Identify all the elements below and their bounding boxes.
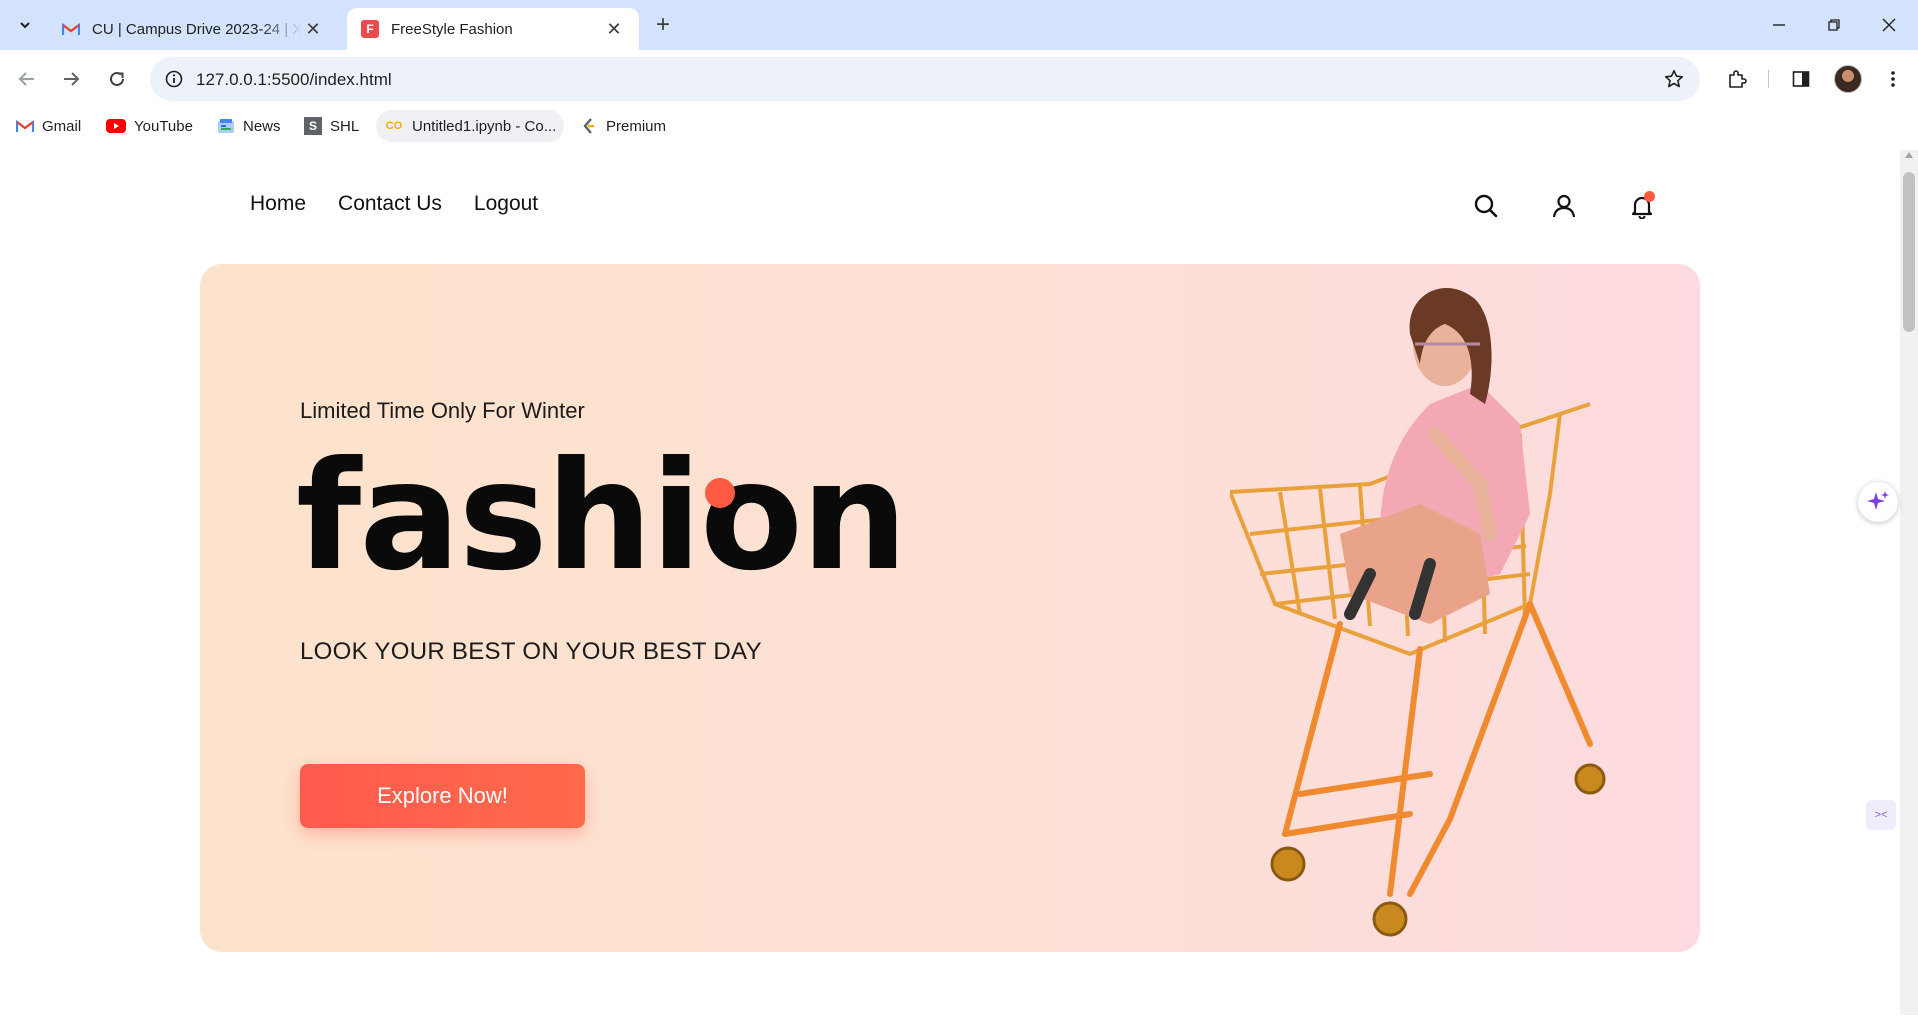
hero-tagline: LOOK YOUR BEST ON YOUR BEST DAY xyxy=(300,638,762,665)
bookmark-colab[interactable]: CO Untitled1.ipynb - Co... xyxy=(376,110,565,142)
hero-title: fashion xyxy=(296,430,908,604)
restore-icon xyxy=(1828,19,1840,31)
more-vertical-icon xyxy=(1891,71,1895,87)
side-panel-button[interactable] xyxy=(1786,64,1816,94)
news-icon xyxy=(217,117,235,135)
user-icon[interactable] xyxy=(1548,190,1580,222)
notification-dot xyxy=(1644,191,1655,202)
back-button[interactable] xyxy=(12,64,42,94)
gmail-icon xyxy=(62,20,80,38)
bookmark-label: Untitled1.ipynb - Co... xyxy=(412,117,557,135)
scroll-thumb[interactable] xyxy=(1903,172,1915,332)
bookmark-news[interactable]: News xyxy=(209,110,289,142)
bookmark-label: News xyxy=(243,117,281,135)
reload-button[interactable] xyxy=(102,64,132,94)
close-tab-icon[interactable]: ✕ xyxy=(302,18,324,40)
toolbar-divider xyxy=(1768,70,1769,88)
close-tab-icon[interactable]: ✕ xyxy=(603,18,625,40)
arrow-left-icon xyxy=(18,72,34,86)
youtube-icon xyxy=(106,117,126,135)
bookmark-star-icon[interactable] xyxy=(1662,67,1686,91)
bookmarks-bar: Gmail YouTube News S SHL CO Untitled1.ip… xyxy=(0,108,1918,144)
site-info-icon[interactable] xyxy=(162,67,186,91)
restore-button[interactable] xyxy=(1811,10,1857,40)
bookmark-premium[interactable]: Premium xyxy=(572,110,674,142)
tab-title: FreeStyle Fashion xyxy=(391,20,513,38)
bookmark-shl[interactable]: S SHL xyxy=(296,110,367,142)
bookmark-label: Gmail xyxy=(42,117,82,135)
bookmark-youtube[interactable]: YouTube xyxy=(98,110,201,142)
side-panel-icon xyxy=(1792,71,1810,87)
minimize-button[interactable] xyxy=(1756,10,1802,40)
gmail-icon xyxy=(16,117,34,135)
sparkle-icon xyxy=(1867,491,1889,510)
browser-menu-button[interactable] xyxy=(1878,64,1908,94)
page-viewport: Home Contact Us Logout Limited Time Only… xyxy=(0,144,1918,1021)
freestyle-f-icon: F xyxy=(361,20,379,38)
scroll-up-arrow-icon[interactable] xyxy=(1905,152,1913,158)
colab-icon: CO xyxy=(385,120,403,132)
woman-in-shopping-cart-image xyxy=(1230,287,1606,937)
minimize-icon xyxy=(1773,24,1785,26)
url-text: 127.0.0.1:5500/index.html xyxy=(196,70,392,89)
tab-freestyle-fashion[interactable]: F FreeStyle Fashion ✕ xyxy=(347,8,639,50)
bookmark-label: Premium xyxy=(606,117,667,135)
search-icon[interactable] xyxy=(1470,190,1502,222)
close-window-button[interactable] xyxy=(1866,10,1912,40)
bell-icon[interactable] xyxy=(1626,190,1658,222)
address-bar[interactable]: 127.0.0.1:5500/index.html xyxy=(150,57,1700,101)
bookmark-label: SHL xyxy=(330,117,360,135)
extensions-button[interactable] xyxy=(1722,64,1752,94)
page-scrollbar[interactable] xyxy=(1900,150,1918,1015)
side-tool-button[interactable]: >< xyxy=(1866,800,1896,830)
code-arrows-icon: >< xyxy=(1874,809,1888,821)
reload-icon xyxy=(110,71,124,86)
browser-toolbar: 127.0.0.1:5500/index.html xyxy=(0,50,1918,108)
forward-button[interactable] xyxy=(56,64,86,94)
shl-icon: S xyxy=(304,117,322,135)
chevron-down-icon xyxy=(20,22,30,29)
tab-title: CU | Campus Drive 2023-24 | Xe xyxy=(92,20,302,38)
hero-banner: Limited Time Only For Winter fashion LOO… xyxy=(200,264,1700,952)
new-tab-button[interactable]: + xyxy=(650,11,676,38)
premium-icon xyxy=(580,117,598,135)
bookmark-gmail[interactable]: Gmail xyxy=(8,110,89,142)
close-icon xyxy=(1882,18,1896,32)
hero-accent-dot xyxy=(705,478,735,508)
hero-subtitle: Limited Time Only For Winter xyxy=(300,398,585,423)
explore-now-button[interactable]: Explore Now! xyxy=(300,764,585,828)
sparkle-assistant-button[interactable] xyxy=(1858,482,1898,522)
tab-strip: CU | Campus Drive 2023-24 | Xe ✕ F FreeS… xyxy=(0,0,1918,50)
nav-contact-link[interactable]: Contact Us xyxy=(338,192,442,216)
tab-campus-drive[interactable]: CU | Campus Drive 2023-24 | Xe ✕ xyxy=(48,8,338,50)
bookmark-label: YouTube xyxy=(134,117,193,135)
puzzle-icon xyxy=(1729,70,1747,88)
site-nav: Home Contact Us Logout xyxy=(250,192,538,216)
profile-avatar[interactable] xyxy=(1834,65,1862,93)
nav-logout-link[interactable]: Logout xyxy=(474,192,538,216)
arrow-right-icon xyxy=(64,72,80,86)
tab-search-button[interactable] xyxy=(8,10,42,40)
nav-home-link[interactable]: Home xyxy=(250,192,306,216)
